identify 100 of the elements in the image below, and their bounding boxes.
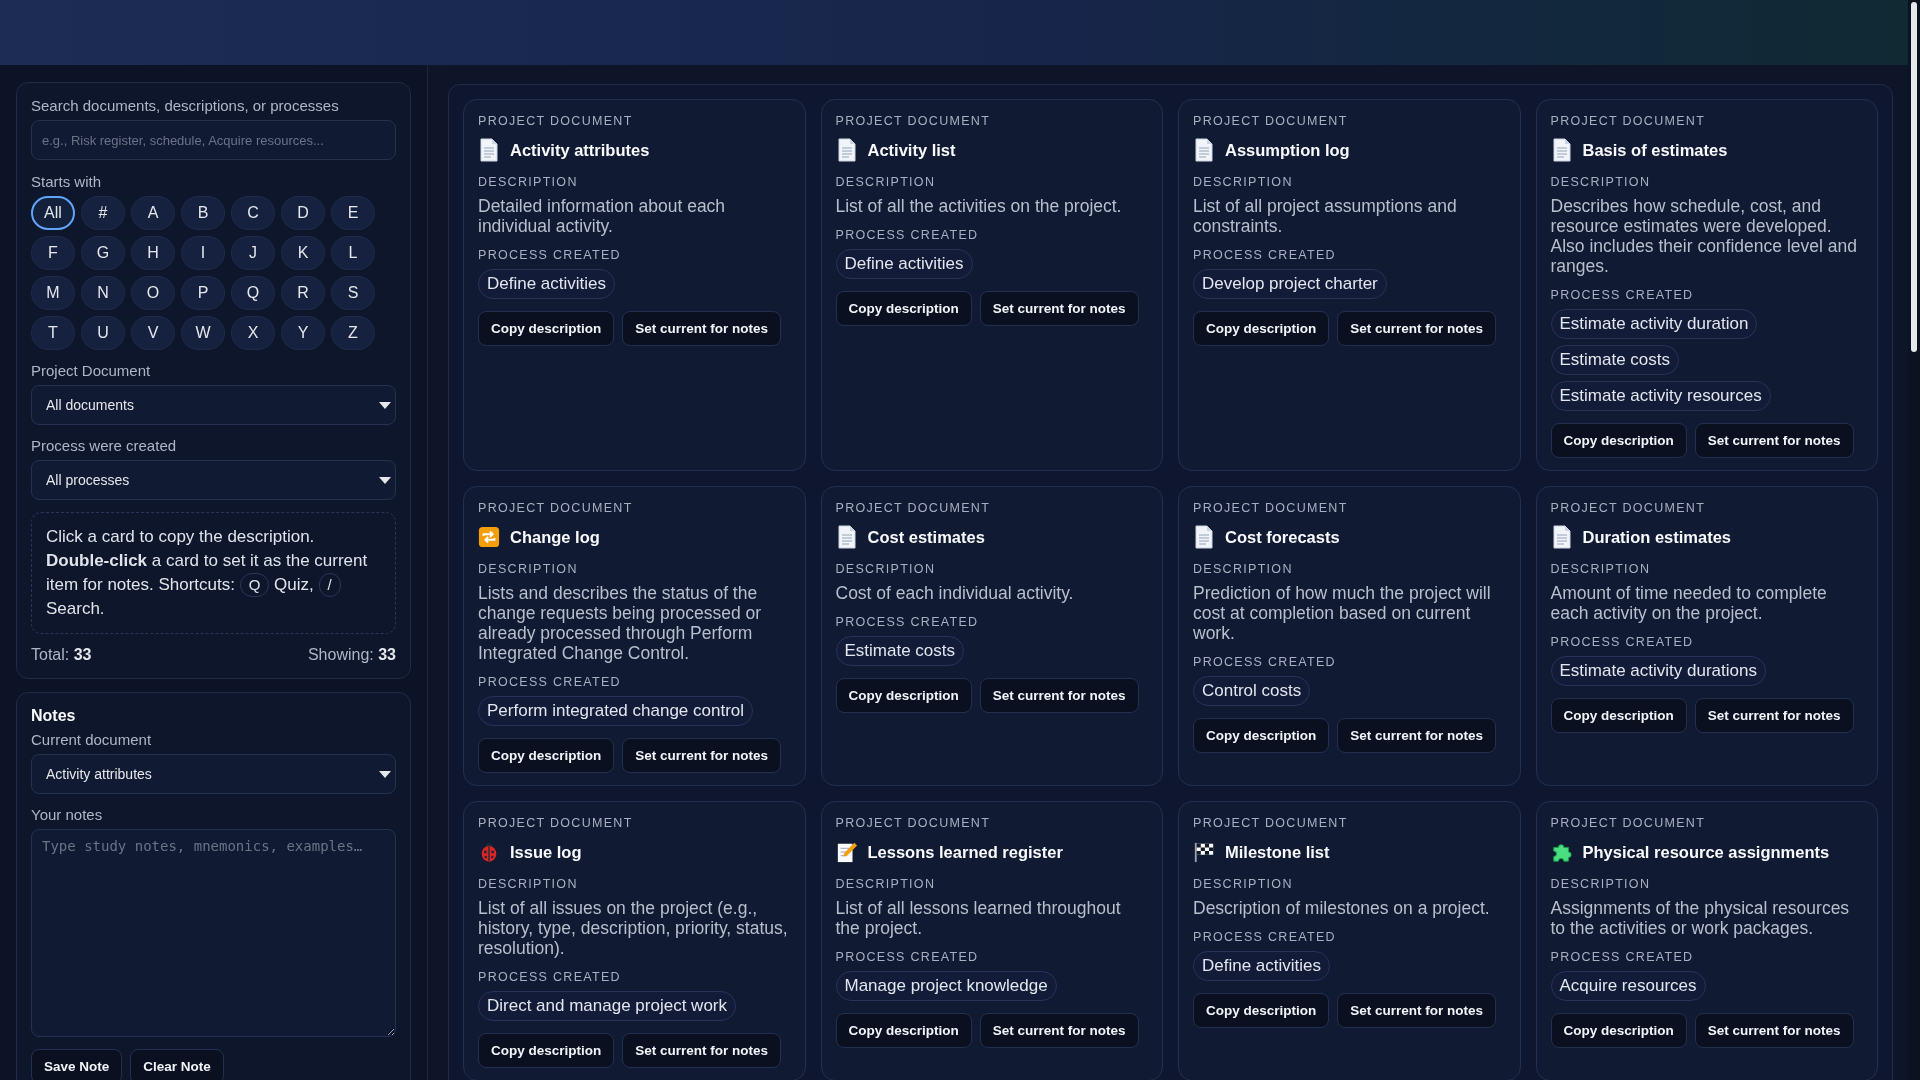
card-description: Prediction of how much the project will cost at completion based on current work. bbox=[1193, 583, 1492, 643]
document-card[interactable]: PROJECT DOCUMENT Duration estimates DESCRIPTION Amount of time needed to complete each activity on the project. PROCESS CREATED Estimate activity durations Copy description Set current for notes bbox=[1535, 486, 1878, 786]
card-action-button[interactable]: Set current for notes bbox=[979, 291, 1139, 326]
process-chip: Direct and manage project work bbox=[478, 991, 736, 1021]
letter-filter-button[interactable]: F bbox=[31, 236, 75, 270]
card-action-button[interactable]: Set current for notes bbox=[979, 678, 1139, 713]
card-action-button[interactable]: Set current for notes bbox=[622, 311, 782, 346]
document-card[interactable]: PROJECT DOCUMENT Activity attributes DESCRIPTION Detailed information about each individual activity. PROCESS CREATED Define activities Copy description Set current for notes bbox=[463, 99, 806, 471]
letter-filter-button[interactable]: H bbox=[131, 236, 175, 270]
card-action-button[interactable]: Copy description bbox=[835, 1013, 972, 1048]
letter-filter-button[interactable]: C bbox=[231, 196, 275, 230]
card-eyebrow: PROJECT DOCUMENT bbox=[478, 114, 634, 128]
card-description: List of all the activities on the project. bbox=[835, 196, 1123, 216]
card-title: Activity list bbox=[867, 140, 956, 160]
help-text: Click a card to copy the description. Double-click a card to set it as the current item for notes. Shortcuts: Q Quiz, / Search. bbox=[31, 512, 396, 634]
card-action-button[interactable]: Set current for notes bbox=[1694, 698, 1854, 733]
document-card[interactable]: PROJECT DOCUMENT Lessons learned register DESCRIPTION List of all lessons learned throughout the project. PROCESS CREATED Manage project knowledge Copy description Set current for notes bbox=[820, 801, 1163, 1080]
filter-dropdown[interactable]: All processes bbox=[31, 460, 396, 500]
card-eyebrow: PROJECT DOCUMENT bbox=[835, 501, 992, 515]
letter-filter-button[interactable]: All bbox=[31, 196, 75, 230]
document-icon bbox=[1193, 138, 1215, 162]
starts-with-label: Starts with bbox=[31, 173, 103, 190]
card-action-button[interactable]: Copy description bbox=[835, 678, 972, 713]
document-card[interactable]: PROJECT DOCUMENT Milestone list DESCRIPTION Description of milestones on a project. PROCESS CREATED Define activities Copy description Set current for notes bbox=[1178, 801, 1521, 1080]
card-action-button[interactable]: Copy description bbox=[1193, 718, 1330, 753]
letter-filter-button[interactable]: K bbox=[281, 236, 325, 270]
letter-filter-button[interactable]: R bbox=[281, 276, 325, 310]
letter-filter-button[interactable]: G bbox=[81, 236, 125, 270]
card-action-button[interactable]: Copy description bbox=[1193, 993, 1330, 1028]
document-card[interactable]: PROJECT DOCUMENT Assumption log DESCRIPTION List of all project assumptions and constraints. PROCESS CREATED Develop project charter Copy description Set current for notes bbox=[1178, 99, 1521, 471]
process-label: PROCESS CREATED bbox=[478, 675, 622, 689]
letter-filter-button[interactable]: P bbox=[181, 276, 225, 310]
letter-filter-button[interactable]: J bbox=[231, 236, 275, 270]
process-chip: Develop project charter bbox=[1193, 269, 1387, 299]
letter-filter-button[interactable]: W bbox=[181, 316, 225, 350]
letter-filter-button[interactable]: E bbox=[331, 196, 375, 230]
letter-filter-button[interactable]: S bbox=[331, 276, 375, 310]
letter-filter-button[interactable]: I bbox=[181, 236, 225, 270]
letter-filter-button[interactable]: T bbox=[31, 316, 75, 350]
card-title: Cost forecasts bbox=[1225, 527, 1340, 547]
notes-title: Notes bbox=[31, 707, 77, 725]
card-eyebrow: PROJECT DOCUMENT bbox=[835, 114, 992, 128]
letter-filter-button[interactable]: O bbox=[131, 276, 175, 310]
letter-filter-button[interactable]: M bbox=[31, 276, 75, 310]
card-action-button[interactable]: Set current for notes bbox=[979, 1013, 1139, 1048]
current-document-dropdown[interactable]: Activity attributes bbox=[31, 754, 396, 794]
document-card[interactable] bbox=[463, 486, 806, 786]
card-action-button[interactable]: Copy description bbox=[1550, 698, 1687, 733]
letter-filter-button[interactable]: Q bbox=[231, 276, 275, 310]
notes-field[interactable]: Type study notes, mnemonics, examples… bbox=[31, 829, 396, 1037]
process-chip: Manage project knowledge bbox=[835, 971, 1057, 1001]
letter-filter-button[interactable]: Y bbox=[281, 316, 325, 350]
document-icon bbox=[1550, 138, 1573, 162]
card-action-button[interactable]: Set current for notes bbox=[1337, 718, 1497, 753]
letter-filter-button[interactable]: V bbox=[131, 316, 175, 350]
letter-filter-button[interactable]: D bbox=[281, 196, 325, 230]
card-eyebrow: PROJECT DOCUMENT bbox=[1193, 816, 1349, 830]
process-chip: Control costs bbox=[1193, 676, 1311, 706]
note-button[interactable]: Save Note bbox=[31, 1049, 123, 1080]
process-label: PROCESS CREATED bbox=[1550, 288, 1695, 302]
document-card[interactable] bbox=[1535, 801, 1878, 1080]
document-card[interactable]: PROJECT DOCUMENT Cost forecasts DESCRIPTION Prediction of how much the project will cost at completion based on current work. PROCESS CREATED Control costs Copy description Set current for notes bbox=[1178, 486, 1521, 786]
scrollbar[interactable] bbox=[1908, 0, 1920, 1080]
card-action-button[interactable]: Set current for notes bbox=[622, 738, 782, 773]
document-card[interactable]: PROJECT DOCUMENT Activity list DESCRIPTION List of all the activities on the project. PROCESS CREATED Define activities Copy description Set current for notes bbox=[820, 99, 1163, 471]
card-description: List of all project assumptions and constraints. bbox=[1193, 196, 1458, 236]
note-button[interactable]: Clear Note bbox=[130, 1049, 224, 1080]
card-action-button[interactable]: Copy description bbox=[478, 311, 615, 346]
search-field[interactable]: e.g., Risk register, schedule, Acquire resources... bbox=[31, 120, 396, 160]
card-action-button[interactable]: Set current for notes bbox=[1337, 311, 1497, 346]
card-action-button[interactable]: Set current for notes bbox=[1694, 1013, 1854, 1048]
filter-dropdown[interactable]: All documents bbox=[31, 385, 396, 425]
card-action-button[interactable]: Set current for notes bbox=[622, 1033, 782, 1068]
card-action-button[interactable]: Copy description bbox=[1550, 423, 1687, 458]
letter-filter-button[interactable]: N bbox=[81, 276, 125, 310]
card-action-button[interactable]: Copy description bbox=[835, 291, 972, 326]
letter-filter-button[interactable]: X bbox=[231, 316, 275, 350]
letter-filter-button[interactable]: A bbox=[131, 196, 175, 230]
card-description: List of all issues on the project (e.g., history, type, description, priority, status, resolution). bbox=[478, 898, 789, 958]
card-action-button[interactable]: Copy description bbox=[478, 1033, 615, 1068]
card-title: Basis of estimates bbox=[1582, 140, 1728, 160]
document-card[interactable]: PROJECT DOCUMENT Cost estimates DESCRIPTION Cost of each individual activity. PROCESS CREATED Estimate costs Copy description Set current for notes bbox=[820, 486, 1163, 786]
card-eyebrow: PROJECT DOCUMENT bbox=[1193, 501, 1349, 515]
filter-label: Process were created bbox=[31, 437, 178, 454]
letter-filter-button[interactable]: L bbox=[331, 236, 375, 270]
letter-filter-button[interactable]: Z bbox=[331, 316, 375, 350]
document-card[interactable] bbox=[463, 801, 806, 1080]
document-icon bbox=[1550, 525, 1573, 549]
letter-filter-button[interactable]: # bbox=[81, 196, 125, 230]
card-action-button[interactable]: Set current for notes bbox=[1337, 993, 1497, 1028]
letter-filter-button[interactable]: U bbox=[81, 316, 125, 350]
process-chip: Define activities bbox=[478, 269, 616, 299]
filter-label: Project Document bbox=[31, 362, 152, 379]
card-action-button[interactable]: Copy description bbox=[478, 738, 615, 773]
document-card[interactable] bbox=[1535, 99, 1878, 471]
card-action-button[interactable]: Copy description bbox=[1193, 311, 1330, 346]
letter-filter-button[interactable]: B bbox=[181, 196, 225, 230]
card-action-button[interactable]: Set current for notes bbox=[1694, 423, 1854, 458]
repeat-icon bbox=[478, 525, 500, 549]
card-action-button[interactable]: Copy description bbox=[1550, 1013, 1687, 1048]
